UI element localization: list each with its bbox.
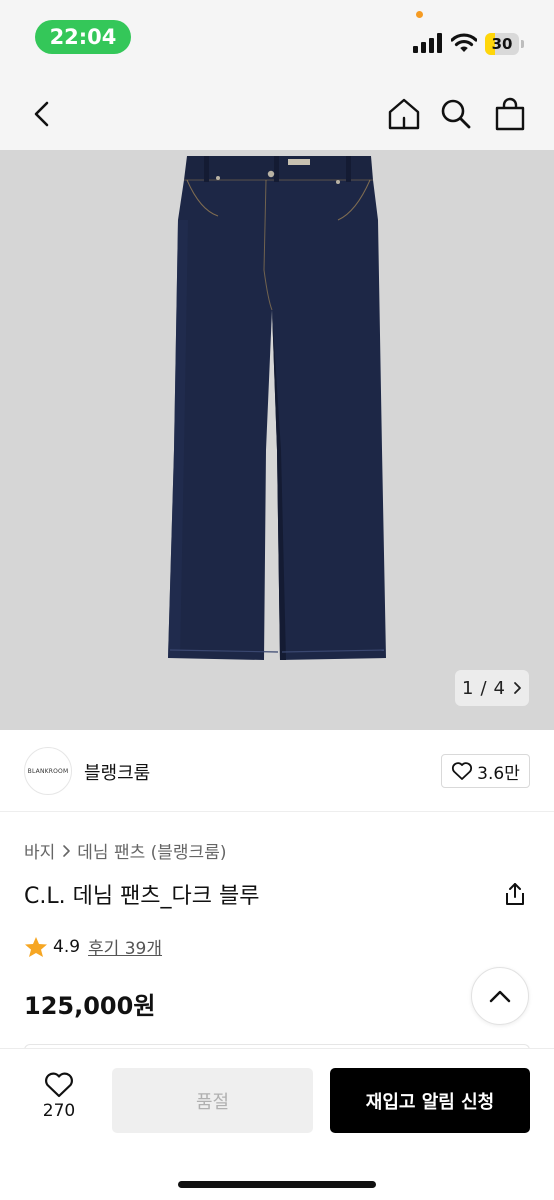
chevron-right-icon bbox=[63, 844, 71, 857]
rating-row: 4.9 후기 39개 bbox=[24, 934, 162, 959]
heart-icon bbox=[452, 762, 473, 780]
shopping-bag-icon bbox=[495, 97, 525, 131]
restock-alert-button[interactable]: 재입고 알림 신청 bbox=[330, 1068, 530, 1133]
brand-logo-text: BLANKROOM bbox=[27, 767, 69, 775]
image-counter-separator: / bbox=[480, 677, 487, 699]
product-image-gallery[interactable]: 1 / 4 bbox=[0, 150, 554, 730]
wishlist-count: 270 bbox=[42, 1101, 76, 1121]
product-title: C.L. 데님 팬츠_다크 블루 bbox=[24, 884, 260, 909]
cart-button[interactable] bbox=[490, 94, 530, 134]
chevron-up-icon bbox=[489, 990, 511, 1003]
chevron-right-icon bbox=[514, 682, 521, 694]
status-bar: 22:04 30 bbox=[0, 0, 554, 78]
star-icon bbox=[25, 936, 47, 957]
battery-level: 30 bbox=[491, 35, 513, 53]
brand-like-button[interactable]: 3.6만 bbox=[441, 754, 530, 788]
home-icon bbox=[388, 98, 420, 130]
battery-indicator: 30 bbox=[485, 33, 525, 55]
wifi-icon bbox=[451, 33, 477, 52]
home-indicator bbox=[178, 1181, 376, 1188]
image-counter[interactable]: 1 / 4 bbox=[455, 670, 529, 706]
home-button[interactable] bbox=[384, 94, 424, 134]
brand-logo[interactable]: BLANKROOM bbox=[24, 747, 72, 795]
brand-name-link[interactable]: 블랭크룸 bbox=[84, 759, 150, 785]
brand-row: BLANKROOM 블랭크룸 3.6만 bbox=[0, 730, 554, 812]
breadcrumb-category[interactable]: 바지 bbox=[24, 838, 55, 863]
image-counter-total: 4 bbox=[493, 677, 505, 699]
image-counter-current: 1 bbox=[462, 677, 474, 699]
soldout-button: 품절 bbox=[112, 1068, 313, 1133]
wishlist-button[interactable]: 270 bbox=[30, 1071, 88, 1131]
search-button[interactable] bbox=[436, 94, 476, 134]
scroll-to-top-button[interactable] bbox=[471, 967, 529, 1025]
share-button[interactable] bbox=[500, 879, 530, 909]
privacy-indicator-dot bbox=[416, 11, 423, 18]
review-count-link[interactable]: 후기 39개 bbox=[88, 934, 162, 959]
status-time: 22:04 bbox=[35, 20, 131, 54]
search-icon bbox=[441, 99, 471, 129]
top-navigation-bar bbox=[0, 78, 554, 150]
rating-value: 4.9 bbox=[53, 936, 81, 957]
share-icon bbox=[506, 883, 524, 905]
chevron-left-icon bbox=[34, 101, 49, 127]
cellular-signal-icon bbox=[413, 33, 442, 53]
breadcrumb-subcategory[interactable]: 데님 팬츠 (블랭크룸) bbox=[77, 838, 226, 863]
breadcrumb: 바지 데님 팬츠 (블랭크룸) bbox=[24, 838, 226, 863]
heart-icon bbox=[45, 1072, 73, 1098]
product-price: 125,000원 bbox=[24, 992, 156, 1020]
back-button[interactable] bbox=[22, 94, 62, 134]
product-image-denim-pants bbox=[168, 156, 386, 660]
bottom-action-bar: 270 품절 재입고 알림 신청 bbox=[0, 1048, 554, 1200]
brand-like-count: 3.6만 bbox=[477, 763, 520, 784]
